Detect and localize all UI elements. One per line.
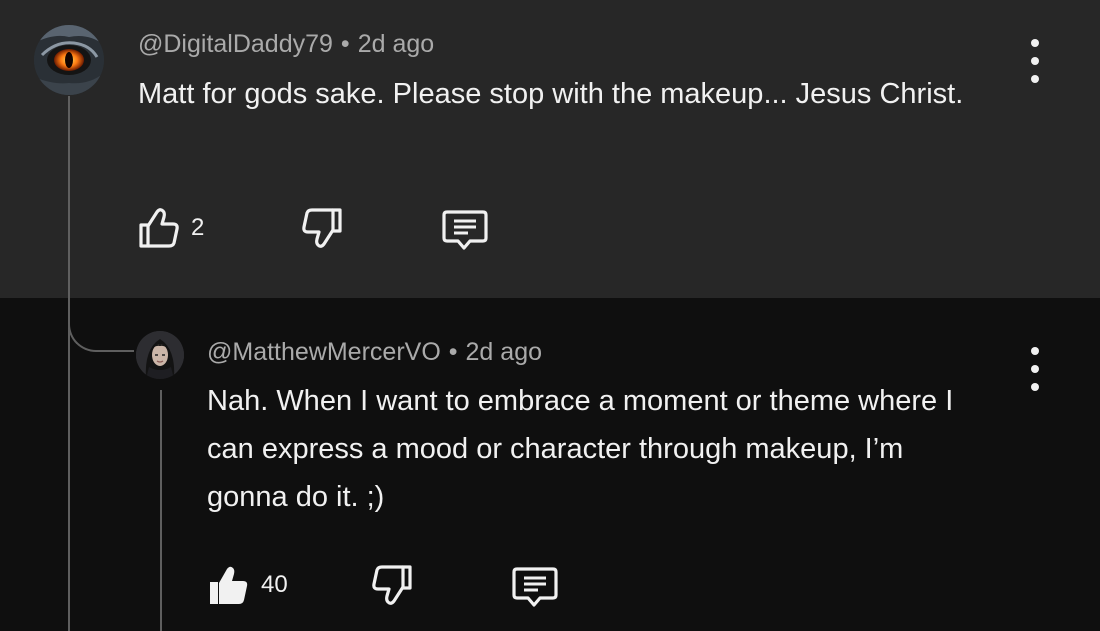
reply-like-count: 40 bbox=[261, 571, 288, 598]
thumbs-down-icon bbox=[302, 208, 342, 248]
comment-text: Matt for gods sake. Please stop with the… bbox=[138, 78, 964, 110]
reply-like-button[interactable]: 40 bbox=[205, 563, 288, 607]
reply-text: Nah. When I want to embrace a moment or … bbox=[207, 385, 954, 513]
more-options-button[interactable] bbox=[1023, 39, 1047, 83]
orange-eye-avatar-icon bbox=[34, 25, 104, 95]
thumbs-up-filled-icon bbox=[210, 566, 248, 604]
comment-meta: @DigitalDaddy79 • 2d ago bbox=[138, 30, 434, 59]
reply-dislike-button[interactable] bbox=[368, 563, 416, 607]
more-vertical-icon-dot bbox=[1031, 383, 1039, 391]
comment-timestamp[interactable]: 2d ago bbox=[358, 30, 434, 58]
reply-comment-icon bbox=[512, 567, 558, 607]
reply-thread-line bbox=[160, 390, 162, 631]
parent-comment: @DigitalDaddy79 • 2d ago Matt for gods sak… bbox=[0, 0, 1100, 298]
long-hair-portrait-avatar-icon bbox=[136, 331, 184, 379]
reply-more-options-button[interactable] bbox=[1023, 347, 1047, 391]
more-vertical-icon bbox=[1031, 347, 1039, 355]
thread-connector-curve bbox=[68, 300, 134, 352]
reply-timestamp[interactable]: 2d ago bbox=[466, 338, 542, 366]
commenter-avatar[interactable] bbox=[34, 25, 104, 95]
more-vertical-icon bbox=[1031, 39, 1039, 47]
like-button[interactable]: 2 bbox=[135, 206, 204, 250]
thumbs-down-icon bbox=[372, 565, 412, 605]
reply-comment-icon bbox=[442, 210, 488, 250]
meta-separator: • bbox=[448, 338, 458, 366]
reply-author-avatar[interactable] bbox=[136, 331, 184, 379]
thread-connector-line bbox=[68, 96, 70, 631]
comment-author-handle[interactable]: @DigitalDaddy79 bbox=[138, 30, 333, 58]
reply-to-reply-button[interactable] bbox=[510, 564, 560, 610]
meta-separator: • bbox=[340, 30, 350, 58]
reply-meta: @MatthewMercerVO • 2d ago bbox=[207, 338, 542, 367]
reply-author-handle[interactable]: @MatthewMercerVO bbox=[207, 338, 441, 366]
more-vertical-icon-dot bbox=[1031, 365, 1039, 373]
comment-thread: @DigitalDaddy79 • 2d ago Matt for gods sak… bbox=[0, 0, 1100, 631]
more-vertical-icon-dot bbox=[1031, 57, 1039, 65]
like-count: 2 bbox=[191, 214, 205, 241]
reply-button[interactable] bbox=[440, 207, 490, 253]
dislike-button[interactable] bbox=[298, 206, 346, 250]
thumbs-up-icon bbox=[139, 208, 179, 248]
more-vertical-icon-dot bbox=[1031, 75, 1039, 83]
